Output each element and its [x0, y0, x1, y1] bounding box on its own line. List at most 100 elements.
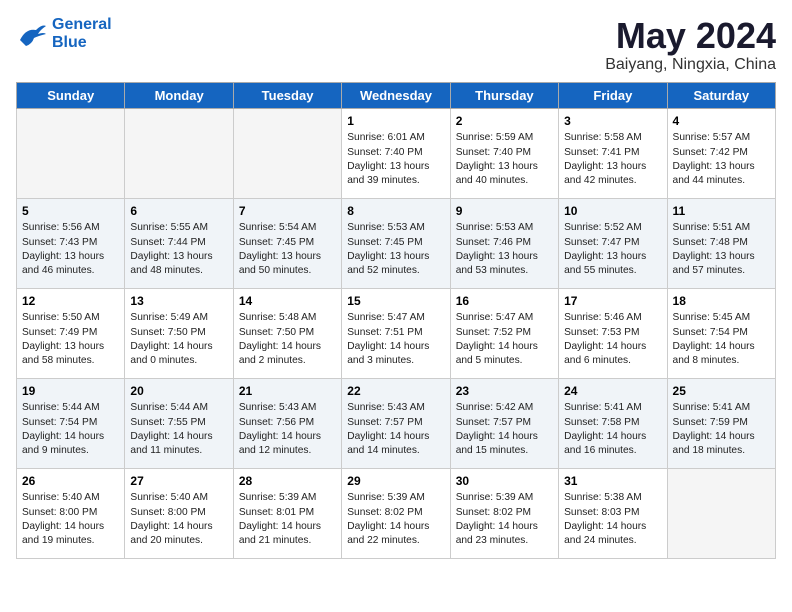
calendar-cell — [17, 108, 125, 198]
day-info: Sunrise: 5:46 AM Sunset: 7:53 PM Dayligh… — [564, 311, 661, 368]
day-info: Sunrise: 6:01 AM Sunset: 7:40 PM Dayligh… — [347, 131, 444, 188]
day-info: Sunrise: 5:47 AM Sunset: 7:51 PM Dayligh… — [347, 311, 444, 368]
day-info: Sunrise: 5:55 AM Sunset: 7:44 PM Dayligh… — [130, 221, 227, 278]
calendar-cell: 13Sunrise: 5:49 AM Sunset: 7:50 PM Dayli… — [125, 288, 233, 378]
day-number: 4 — [673, 113, 770, 130]
calendar-week-row: 26Sunrise: 5:40 AM Sunset: 8:00 PM Dayli… — [17, 468, 776, 558]
day-info: Sunrise: 5:39 AM Sunset: 8:02 PM Dayligh… — [456, 491, 553, 548]
day-number: 8 — [347, 203, 444, 220]
calendar-cell: 28Sunrise: 5:39 AM Sunset: 8:01 PM Dayli… — [233, 468, 341, 558]
calendar-cell: 11Sunrise: 5:51 AM Sunset: 7:48 PM Dayli… — [667, 198, 775, 288]
day-number: 2 — [456, 113, 553, 130]
calendar-cell — [125, 108, 233, 198]
calendar-cell: 8Sunrise: 5:53 AM Sunset: 7:45 PM Daylig… — [342, 198, 450, 288]
day-number: 13 — [130, 293, 227, 310]
calendar-table: SundayMondayTuesdayWednesdayThursdayFrid… — [16, 82, 776, 559]
day-info: Sunrise: 5:48 AM Sunset: 7:50 PM Dayligh… — [239, 311, 336, 368]
calendar-week-row: 1Sunrise: 6:01 AM Sunset: 7:40 PM Daylig… — [17, 108, 776, 198]
day-info: Sunrise: 5:41 AM Sunset: 7:58 PM Dayligh… — [564, 401, 661, 458]
calendar-cell: 14Sunrise: 5:48 AM Sunset: 7:50 PM Dayli… — [233, 288, 341, 378]
day-info: Sunrise: 5:40 AM Sunset: 8:00 PM Dayligh… — [22, 491, 119, 548]
day-number: 15 — [347, 293, 444, 310]
day-number: 28 — [239, 473, 336, 490]
month-title: May 2024 — [605, 16, 776, 56]
day-number: 11 — [673, 203, 770, 220]
calendar-cell: 26Sunrise: 5:40 AM Sunset: 8:00 PM Dayli… — [17, 468, 125, 558]
logo: General Blue — [16, 16, 112, 52]
day-number: 9 — [456, 203, 553, 220]
calendar-cell: 29Sunrise: 5:39 AM Sunset: 8:02 PM Dayli… — [342, 468, 450, 558]
calendar-cell: 5Sunrise: 5:56 AM Sunset: 7:43 PM Daylig… — [17, 198, 125, 288]
day-number: 24 — [564, 383, 661, 400]
calendar-cell: 21Sunrise: 5:43 AM Sunset: 7:56 PM Dayli… — [233, 378, 341, 468]
day-info: Sunrise: 5:49 AM Sunset: 7:50 PM Dayligh… — [130, 311, 227, 368]
weekday-header: Tuesday — [233, 82, 341, 108]
title-block: May 2024 Baiyang, Ningxia, China — [605, 16, 776, 74]
day-info: Sunrise: 5:43 AM Sunset: 7:56 PM Dayligh… — [239, 401, 336, 458]
weekday-header: Thursday — [450, 82, 558, 108]
day-info: Sunrise: 5:59 AM Sunset: 7:40 PM Dayligh… — [456, 131, 553, 188]
day-info: Sunrise: 5:42 AM Sunset: 7:57 PM Dayligh… — [456, 401, 553, 458]
day-number: 22 — [347, 383, 444, 400]
day-number: 16 — [456, 293, 553, 310]
calendar-cell: 10Sunrise: 5:52 AM Sunset: 7:47 PM Dayli… — [559, 198, 667, 288]
day-number: 1 — [347, 113, 444, 130]
weekday-header: Saturday — [667, 82, 775, 108]
day-info: Sunrise: 5:52 AM Sunset: 7:47 PM Dayligh… — [564, 221, 661, 278]
logo-icon — [16, 20, 48, 48]
day-info: Sunrise: 5:43 AM Sunset: 7:57 PM Dayligh… — [347, 401, 444, 458]
calendar-cell: 12Sunrise: 5:50 AM Sunset: 7:49 PM Dayli… — [17, 288, 125, 378]
day-number: 10 — [564, 203, 661, 220]
weekday-header: Friday — [559, 82, 667, 108]
weekday-header: Wednesday — [342, 82, 450, 108]
day-number: 18 — [673, 293, 770, 310]
day-number: 31 — [564, 473, 661, 490]
calendar-cell: 24Sunrise: 5:41 AM Sunset: 7:58 PM Dayli… — [559, 378, 667, 468]
weekday-header: Sunday — [17, 82, 125, 108]
logo-text: General Blue — [52, 16, 112, 52]
day-number: 23 — [456, 383, 553, 400]
day-info: Sunrise: 5:57 AM Sunset: 7:42 PM Dayligh… — [673, 131, 770, 188]
day-number: 19 — [22, 383, 119, 400]
day-number: 12 — [22, 293, 119, 310]
calendar-cell — [233, 108, 341, 198]
day-info: Sunrise: 5:53 AM Sunset: 7:45 PM Dayligh… — [347, 221, 444, 278]
day-info: Sunrise: 5:44 AM Sunset: 7:54 PM Dayligh… — [22, 401, 119, 458]
calendar-cell: 23Sunrise: 5:42 AM Sunset: 7:57 PM Dayli… — [450, 378, 558, 468]
calendar-cell: 20Sunrise: 5:44 AM Sunset: 7:55 PM Dayli… — [125, 378, 233, 468]
day-info: Sunrise: 5:58 AM Sunset: 7:41 PM Dayligh… — [564, 131, 661, 188]
day-info: Sunrise: 5:40 AM Sunset: 8:00 PM Dayligh… — [130, 491, 227, 548]
weekday-header: Monday — [125, 82, 233, 108]
day-number: 30 — [456, 473, 553, 490]
calendar-header-row: SundayMondayTuesdayWednesdayThursdayFrid… — [17, 82, 776, 108]
calendar-cell: 16Sunrise: 5:47 AM Sunset: 7:52 PM Dayli… — [450, 288, 558, 378]
location-title: Baiyang, Ningxia, China — [605, 56, 776, 74]
day-number: 17 — [564, 293, 661, 310]
day-info: Sunrise: 5:39 AM Sunset: 8:01 PM Dayligh… — [239, 491, 336, 548]
day-info: Sunrise: 5:47 AM Sunset: 7:52 PM Dayligh… — [456, 311, 553, 368]
calendar-cell: 3Sunrise: 5:58 AM Sunset: 7:41 PM Daylig… — [559, 108, 667, 198]
calendar-cell: 25Sunrise: 5:41 AM Sunset: 7:59 PM Dayli… — [667, 378, 775, 468]
day-number: 6 — [130, 203, 227, 220]
day-number: 3 — [564, 113, 661, 130]
day-info: Sunrise: 5:54 AM Sunset: 7:45 PM Dayligh… — [239, 221, 336, 278]
calendar-cell: 22Sunrise: 5:43 AM Sunset: 7:57 PM Dayli… — [342, 378, 450, 468]
day-number: 20 — [130, 383, 227, 400]
day-info: Sunrise: 5:53 AM Sunset: 7:46 PM Dayligh… — [456, 221, 553, 278]
calendar-cell: 7Sunrise: 5:54 AM Sunset: 7:45 PM Daylig… — [233, 198, 341, 288]
day-info: Sunrise: 5:56 AM Sunset: 7:43 PM Dayligh… — [22, 221, 119, 278]
day-info: Sunrise: 5:38 AM Sunset: 8:03 PM Dayligh… — [564, 491, 661, 548]
day-info: Sunrise: 5:51 AM Sunset: 7:48 PM Dayligh… — [673, 221, 770, 278]
calendar-cell: 18Sunrise: 5:45 AM Sunset: 7:54 PM Dayli… — [667, 288, 775, 378]
day-info: Sunrise: 5:50 AM Sunset: 7:49 PM Dayligh… — [22, 311, 119, 368]
calendar-cell: 6Sunrise: 5:55 AM Sunset: 7:44 PM Daylig… — [125, 198, 233, 288]
day-info: Sunrise: 5:41 AM Sunset: 7:59 PM Dayligh… — [673, 401, 770, 458]
day-number: 21 — [239, 383, 336, 400]
day-number: 7 — [239, 203, 336, 220]
day-info: Sunrise: 5:44 AM Sunset: 7:55 PM Dayligh… — [130, 401, 227, 458]
calendar-cell: 19Sunrise: 5:44 AM Sunset: 7:54 PM Dayli… — [17, 378, 125, 468]
day-number: 29 — [347, 473, 444, 490]
calendar-week-row: 19Sunrise: 5:44 AM Sunset: 7:54 PM Dayli… — [17, 378, 776, 468]
day-number: 27 — [130, 473, 227, 490]
day-info: Sunrise: 5:45 AM Sunset: 7:54 PM Dayligh… — [673, 311, 770, 368]
